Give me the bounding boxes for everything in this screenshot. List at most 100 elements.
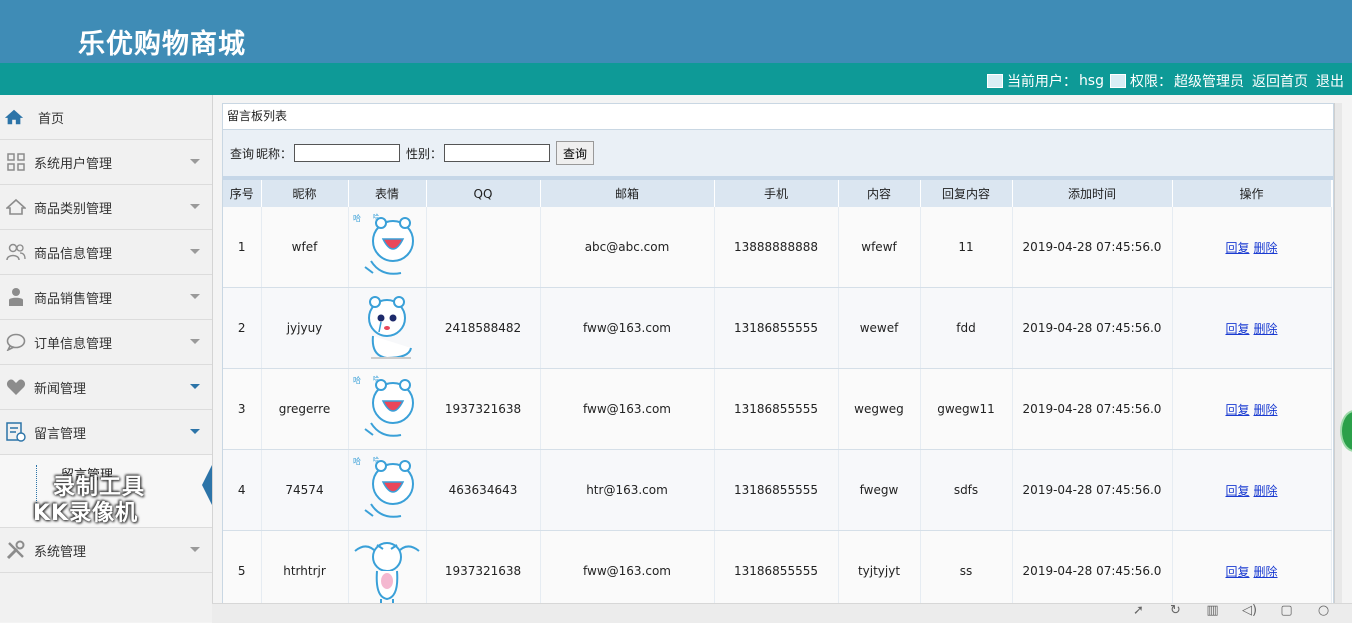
app-title: 乐优购物商城 bbox=[78, 29, 246, 60]
row-phone: 13186855555 bbox=[714, 287, 839, 369]
search-button[interactable]: 查询 bbox=[556, 141, 595, 165]
sidebar-item-label: 留言管理 bbox=[34, 426, 87, 442]
row-qq: 1937321638 bbox=[426, 530, 541, 612]
row-face bbox=[348, 530, 427, 612]
table-row: 2 jyjyuy 2418588482 fww@163.com 13186855… bbox=[223, 287, 1332, 369]
column-header: 邮箱 bbox=[540, 180, 715, 207]
row-number: 2 bbox=[223, 287, 262, 369]
row-actions: 回复 删除 bbox=[1172, 368, 1332, 450]
user-icon bbox=[986, 74, 1003, 88]
laughing-bear-icon: 哈哈 bbox=[353, 375, 414, 437]
row-number: 4 bbox=[223, 449, 262, 531]
user-bar: 当前用户： hsg 权限： 超级管理员 返回首页 退出 bbox=[0, 63, 1352, 95]
svg-text:哈: 哈 bbox=[353, 375, 361, 385]
chevron-down-icon bbox=[190, 249, 200, 254]
sidebar-item-system[interactable]: 系统管理 bbox=[0, 528, 212, 573]
trash-icon[interactable]: ▥ bbox=[1194, 603, 1231, 622]
delete-link[interactable]: 删除 bbox=[1254, 322, 1278, 336]
row-nickname: gregerre bbox=[261, 368, 349, 450]
row-content: tyjtyjyt bbox=[838, 530, 921, 612]
row-phone: 13186855555 bbox=[714, 449, 839, 531]
active-indicator bbox=[202, 465, 212, 505]
column-header: 昵称 bbox=[261, 180, 349, 207]
reply-link[interactable]: 回复 bbox=[1225, 241, 1249, 255]
sidebar-subitem-message-list[interactable]: 留言管理 bbox=[36, 465, 113, 503]
table-row: 1 wfef 哈哈 abc@abc.com 13888888888 wfewf … bbox=[223, 207, 1332, 288]
volume-icon[interactable]: ◁) bbox=[1231, 603, 1268, 622]
row-number: 1 bbox=[223, 207, 262, 288]
chevron-down-icon bbox=[190, 547, 200, 552]
chevron-down-icon bbox=[190, 204, 200, 209]
row-reply: 11 bbox=[920, 207, 1013, 288]
sidebar-item-system-users[interactable]: 系统用户管理 bbox=[0, 140, 212, 185]
delete-link[interactable]: 删除 bbox=[1254, 241, 1278, 255]
logout-link[interactable]: 退出 bbox=[1316, 71, 1344, 91]
sidebar-item-category[interactable]: 商品类别管理 bbox=[0, 185, 212, 230]
reply-link[interactable]: 回复 bbox=[1225, 565, 1249, 579]
row-actions: 回复 删除 bbox=[1172, 287, 1332, 369]
player-toolbar: ➚ ↻ ▥ ◁) ▢ ○ bbox=[1120, 603, 1342, 622]
row-email: abc@abc.com bbox=[540, 207, 715, 288]
column-header: 添加时间 bbox=[1012, 180, 1173, 207]
row-face: 哈哈 bbox=[348, 449, 427, 531]
reply-link[interactable]: 回复 bbox=[1225, 484, 1249, 498]
sidebar-item-label: 首页 bbox=[38, 111, 65, 127]
search-icon[interactable]: ○ bbox=[1305, 603, 1342, 622]
column-header: 操作 bbox=[1172, 180, 1332, 207]
users-icon bbox=[6, 242, 26, 262]
row-reply: fdd bbox=[920, 287, 1013, 369]
row-qq: 463634643 bbox=[426, 449, 541, 531]
chevron-down-icon bbox=[190, 339, 200, 344]
sidebar-item-products[interactable]: 商品信息管理 bbox=[0, 230, 212, 275]
row-nickname: 74574 bbox=[261, 449, 349, 531]
laughing-bear-icon: 哈哈 bbox=[353, 456, 414, 518]
row-phone: 13888888888 bbox=[714, 207, 839, 288]
sidebar-item-label: 新闻管理 bbox=[34, 381, 87, 397]
reply-link[interactable]: 回复 bbox=[1225, 403, 1249, 417]
app-banner: 乐优购物商城 bbox=[0, 0, 1352, 63]
sidebar-item-orders[interactable]: 订单信息管理 bbox=[0, 320, 212, 365]
row-face bbox=[348, 287, 427, 369]
role-icon bbox=[1110, 74, 1126, 88]
search-label: 查询 bbox=[230, 146, 255, 161]
column-header: 序号 bbox=[223, 180, 262, 207]
current-user-name: hsg bbox=[1078, 73, 1104, 89]
gender-input[interactable] bbox=[444, 144, 551, 162]
row-content: wfewf bbox=[838, 207, 921, 288]
sidebar-item-messages[interactable]: 留言管理 bbox=[0, 410, 212, 455]
delete-link[interactable]: 删除 bbox=[1254, 484, 1278, 498]
row-qq: 1937321638 bbox=[426, 368, 541, 450]
delete-link[interactable]: 删除 bbox=[1254, 403, 1278, 417]
grid-icon bbox=[6, 152, 26, 172]
row-reply: ss bbox=[920, 530, 1013, 612]
row-nickname: wfef bbox=[261, 207, 349, 288]
table-header: 序号 昵称 表情 QQ 邮箱 手机 内容 回复内容 添加时间 操作 bbox=[223, 180, 1332, 207]
row-face: 哈哈 bbox=[348, 368, 427, 450]
rocket-icon[interactable]: ➚ bbox=[1120, 603, 1157, 622]
vertical-scrollbar[interactable] bbox=[1334, 103, 1342, 603]
sidebar-item-label: 商品类别管理 bbox=[34, 201, 113, 217]
sidebar-item-sales[interactable]: 商品销售管理 bbox=[0, 275, 212, 320]
role-label: 权限： bbox=[1130, 74, 1172, 90]
row-actions: 回复 删除 bbox=[1172, 207, 1332, 288]
sidebar-item-label: 商品销售管理 bbox=[34, 291, 113, 307]
sidebar-item-home[interactable]: 首页 bbox=[0, 95, 212, 140]
row-nickname: htrhtrjr bbox=[261, 530, 349, 612]
sidebar-item-label: 系统管理 bbox=[34, 544, 87, 560]
panel-title: 留言板列表 bbox=[223, 104, 1333, 130]
nickname-input[interactable] bbox=[294, 144, 401, 162]
sidebar-item-label: 商品信息管理 bbox=[34, 246, 113, 262]
person-icon bbox=[6, 287, 26, 307]
search-bar: 查询 昵称： 性别： 查询 bbox=[223, 130, 1333, 180]
window-icon[interactable]: ▢ bbox=[1268, 603, 1305, 622]
refresh-icon[interactable]: ↻ bbox=[1157, 603, 1194, 622]
sidebar-item-news[interactable]: 新闻管理 bbox=[0, 365, 212, 410]
message-table: 序号 昵称 表情 QQ 邮箱 手机 内容 回复内容 添加时间 操作 1 wfef… bbox=[223, 180, 1332, 612]
row-face: 哈哈 bbox=[348, 207, 427, 288]
delete-link[interactable]: 删除 bbox=[1254, 565, 1278, 579]
row-phone: 13186855555 bbox=[714, 368, 839, 450]
jumping-bear-icon bbox=[354, 542, 420, 605]
home-link[interactable]: 返回首页 bbox=[1252, 71, 1308, 91]
main-panel: 留言板列表 查询 昵称： 性别： 查询 序号 昵称 表情 QQ 邮箱 手机 内容… bbox=[222, 103, 1334, 622]
reply-link[interactable]: 回复 bbox=[1225, 322, 1249, 336]
